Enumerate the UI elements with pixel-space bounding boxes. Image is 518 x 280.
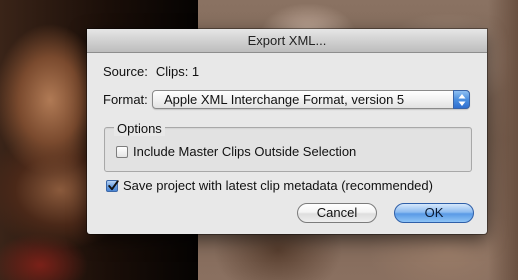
export-xml-dialog: Export XML... Source: Clips: 1 Format: Ap… [87,29,487,234]
format-label: Format: [103,92,148,107]
format-select-value: Apple XML Interchange Format, version 5 [164,92,405,107]
source-value: Clips: 1 [155,64,200,79]
options-title: Options [114,121,165,136]
include-master-clips-checkbox[interactable] [116,146,128,158]
background-photo-edge [488,0,518,280]
checkmark-icon [108,180,119,191]
cancel-button[interactable]: Cancel [297,203,377,223]
dialog-title: Export XML... [87,29,487,53]
source-label: Source: [103,64,148,79]
save-project-label[interactable]: Save project with latest clip metadata (… [123,178,433,193]
up-down-arrows-icon[interactable] [453,90,470,109]
include-master-clips-label[interactable]: Include Master Clips Outside Selection [133,144,356,159]
save-project-checkbox[interactable] [106,180,119,192]
ok-button[interactable]: OK [394,203,474,223]
format-select[interactable]: Apple XML Interchange Format, version 5 [152,90,470,109]
source-row: Source: Clips: 1 [103,64,199,79]
